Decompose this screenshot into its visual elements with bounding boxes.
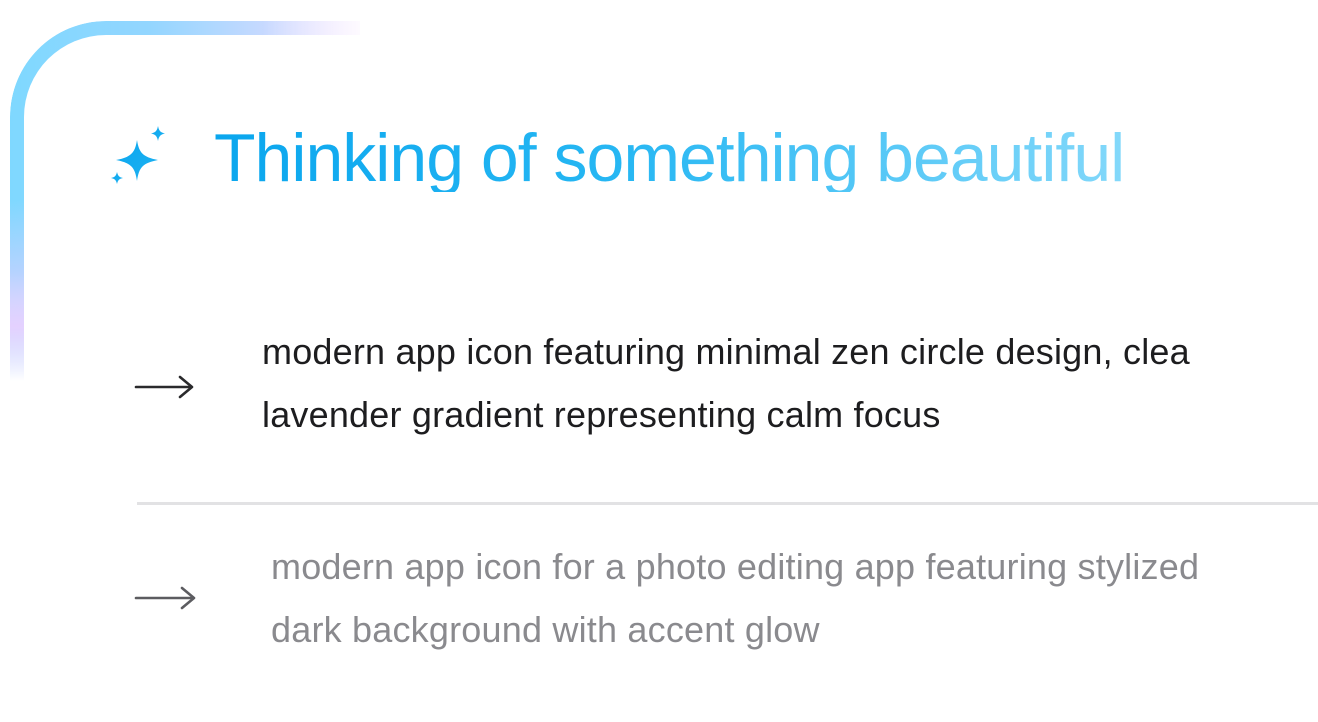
sparkles-icon	[111, 126, 165, 184]
suggestion-line-1: modern app icon for a photo editing app …	[271, 546, 1200, 587]
suggestion-line-2: dark background with accent glow	[271, 609, 820, 650]
divider	[137, 502, 1318, 505]
thinking-header: Thinking of something beautiful	[108, 118, 1125, 198]
arrow-right-icon	[134, 586, 196, 610]
page-title: Thinking of something beautiful	[214, 120, 1125, 196]
suggestion-text: modern app icon featuring minimal zen ci…	[262, 320, 1190, 446]
suggestion-line-1: modern app icon featuring minimal zen ci…	[262, 331, 1190, 372]
arrow-right-icon	[134, 375, 194, 399]
suggestion-text: modern app icon for a photo editing app …	[271, 535, 1199, 661]
suggestion-line-2: lavender gradient representing calm focu…	[262, 394, 941, 435]
